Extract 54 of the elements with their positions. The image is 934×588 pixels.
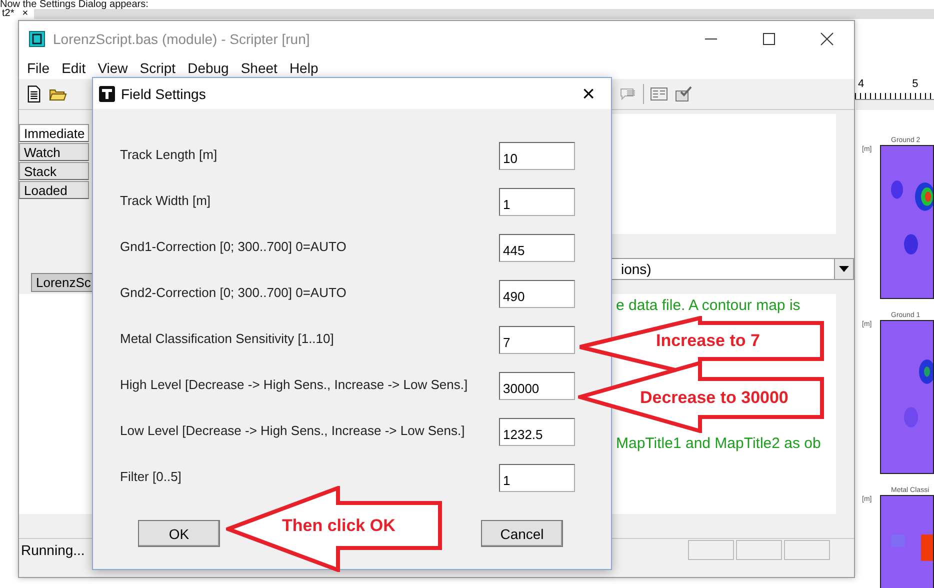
input-field[interactable]: 7: [499, 326, 575, 354]
input-field[interactable]: 490: [499, 280, 575, 308]
field-label: Metal Classification Sensitivity [1..10]: [120, 330, 334, 346]
window-title: LorenzScript.bas (module) - Scripter [run]: [53, 31, 311, 47]
menu-item[interactable]: View: [94, 60, 132, 76]
menu-item[interactable]: Edit: [58, 60, 90, 76]
dialog-title: Field Settings: [121, 86, 207, 102]
app-icon: [99, 86, 115, 102]
field-label: Low Level [Decrease -> High Sens., Increase -> Low Sens.]: [120, 422, 465, 438]
field-label: Gnd1-Correction [0; 300..700] 0=AUTO: [120, 238, 346, 254]
field-label: High Level [Decrease -> High Sens., Increase -> Low Sens.]: [120, 376, 468, 392]
close-icon[interactable]: ×: [566, 80, 611, 106]
status-text: Running...: [20, 542, 86, 558]
debug-tab[interactable]: Watch: [19, 143, 89, 161]
dropdown-icon[interactable]: [834, 259, 853, 279]
debug-tab[interactable]: Loaded: [19, 181, 89, 199]
caption-text: Now the Settings Dialog appears:: [0, 0, 148, 10]
input-field[interactable]: 1: [499, 464, 575, 492]
field-label: Track Width [m]: [120, 192, 211, 208]
status-panel: [688, 540, 734, 560]
dialog-button[interactable]: OK: [138, 520, 220, 547]
document-tab[interactable]: t2* ×: [0, 9, 34, 19]
field-label: Filter [0..5]: [120, 468, 182, 484]
status-panel: [784, 540, 830, 560]
ruler-label: 4: [858, 78, 864, 92]
field-label: Track Length [m]: [120, 146, 218, 162]
document-icon[interactable]: [25, 85, 43, 103]
maximize-icon[interactable]: [762, 32, 776, 46]
callout-text: Increase to 7: [656, 330, 760, 352]
field-label: Gnd2-Correction [0; 300..700] 0=AUTO: [120, 284, 346, 300]
form-icon[interactable]: [650, 85, 668, 103]
menu-item[interactable]: Debug: [184, 60, 233, 76]
callout-text: Then click OK: [282, 514, 396, 536]
close-icon[interactable]: [820, 32, 834, 46]
debug-tab[interactable]: Immediate: [19, 124, 89, 142]
code-line: MapTitle1 and MapTitle2 as ob: [616, 434, 821, 454]
callout-text: Decrease to 30000: [640, 387, 788, 409]
debug-tab[interactable]: Stack: [19, 162, 89, 180]
input-field[interactable]: 30000: [499, 372, 575, 400]
menu-item[interactable]: Script: [136, 60, 180, 76]
code-line: e data file. A contour map is: [616, 296, 800, 316]
input-field[interactable]: 445: [499, 234, 575, 262]
input-field[interactable]: 1232.5: [499, 418, 575, 446]
input-field[interactable]: 10: [499, 142, 575, 170]
dialog-button[interactable]: Cancel: [481, 520, 563, 547]
menu-item[interactable]: Sheet: [236, 60, 282, 76]
input-field[interactable]: 1: [499, 188, 575, 216]
menu-item[interactable]: Help: [285, 60, 322, 76]
ruler-label: 5: [912, 78, 918, 92]
check-icon[interactable]: [674, 85, 692, 103]
menu-item[interactable]: File: [23, 60, 54, 76]
app-icon: [29, 31, 45, 47]
close-icon[interactable]: ×: [22, 9, 28, 19]
status-panel: [736, 540, 782, 560]
